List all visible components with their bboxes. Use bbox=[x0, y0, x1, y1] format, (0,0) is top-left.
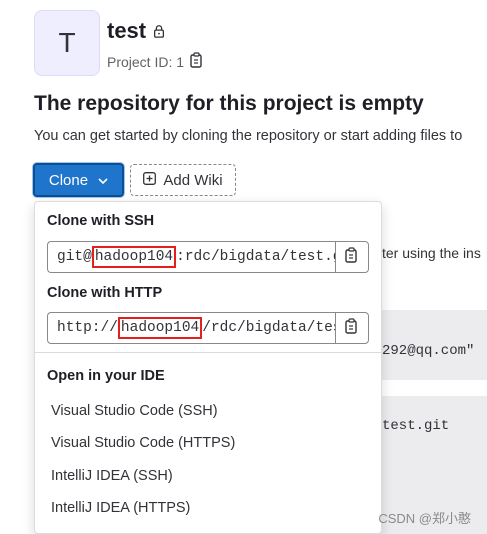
clone-ssh-label: Clone with SSH bbox=[47, 213, 155, 229]
copy-ssh-url-button[interactable] bbox=[335, 241, 369, 273]
add-wiki-button[interactable]: Add Wiki bbox=[130, 164, 236, 196]
clipboard-icon bbox=[345, 246, 359, 268]
clone-http-label: Clone with HTTP bbox=[47, 285, 163, 301]
empty-repo-text: You can get started by cloning the repos… bbox=[34, 128, 463, 144]
lock-icon bbox=[152, 18, 166, 44]
clone-dropdown: Clone with SSH git@ hadoop104:rdc/bigdata… bbox=[34, 201, 382, 534]
project-id: Project ID: 1 bbox=[107, 52, 204, 71]
add-wiki-label: Add Wiki bbox=[163, 171, 223, 189]
ide-item-vscode-https[interactable]: Visual Studio Code (HTTPS) bbox=[51, 435, 235, 451]
empty-repo-title: The repository for this project is empty bbox=[34, 92, 424, 115]
ide-heading: Open in your IDE bbox=[47, 368, 165, 384]
http-url-suffix: /rdc/bigdata/test.git bbox=[202, 320, 335, 336]
code-block: 292@qq.com" bbox=[380, 310, 487, 380]
watermark: CSDN @郑小憨 bbox=[378, 511, 471, 526]
ide-item-intellij-https[interactable]: IntelliJ IDEA (HTTPS) bbox=[51, 500, 190, 516]
ssh-url-host: hadoop104 bbox=[91, 246, 177, 268]
ssh-url-group: git@hadoop104:rdc/bigdata/test.git bbox=[47, 241, 369, 273]
chevron-down-icon bbox=[98, 172, 108, 189]
copy-project-id-icon[interactable] bbox=[190, 52, 204, 71]
git-fragment: test.git bbox=[382, 418, 450, 434]
project-name: test bbox=[107, 18, 147, 43]
clone-button-label: Clone bbox=[48, 171, 89, 189]
plus-square-icon bbox=[143, 171, 157, 189]
http-url-group: http://hadoop104/rdc/bigdata/test.git bbox=[47, 312, 369, 344]
http-url-host: hadoop104 bbox=[117, 317, 203, 339]
ssh-url-prefix: git@ bbox=[57, 249, 92, 265]
clipboard-icon bbox=[345, 317, 359, 339]
ssh-url-input[interactable]: git@hadoop104:rdc/bigdata/test.git bbox=[47, 241, 335, 273]
clone-button[interactable]: Clone bbox=[33, 163, 124, 197]
dropdown-divider bbox=[35, 352, 381, 353]
project-id-text: Project ID: 1 bbox=[107, 53, 185, 70]
project-avatar: T bbox=[34, 10, 100, 76]
email-fragment: 292@qq.com" bbox=[382, 343, 475, 359]
ide-item-vscode-ssh[interactable]: Visual Studio Code (SSH) bbox=[51, 403, 218, 419]
http-url-prefix: http:// bbox=[57, 320, 118, 336]
instructions-fragment: ter using the ins bbox=[382, 245, 481, 261]
ide-item-intellij-ssh[interactable]: IntelliJ IDEA (SSH) bbox=[51, 468, 173, 484]
avatar-letter: T bbox=[58, 27, 76, 58]
http-url-input[interactable]: http://hadoop104/rdc/bigdata/test.git bbox=[47, 312, 335, 344]
copy-http-url-button[interactable] bbox=[335, 312, 369, 344]
project-title: test bbox=[107, 18, 166, 44]
ssh-url-suffix: :rdc/bigdata/test.git bbox=[176, 249, 335, 265]
